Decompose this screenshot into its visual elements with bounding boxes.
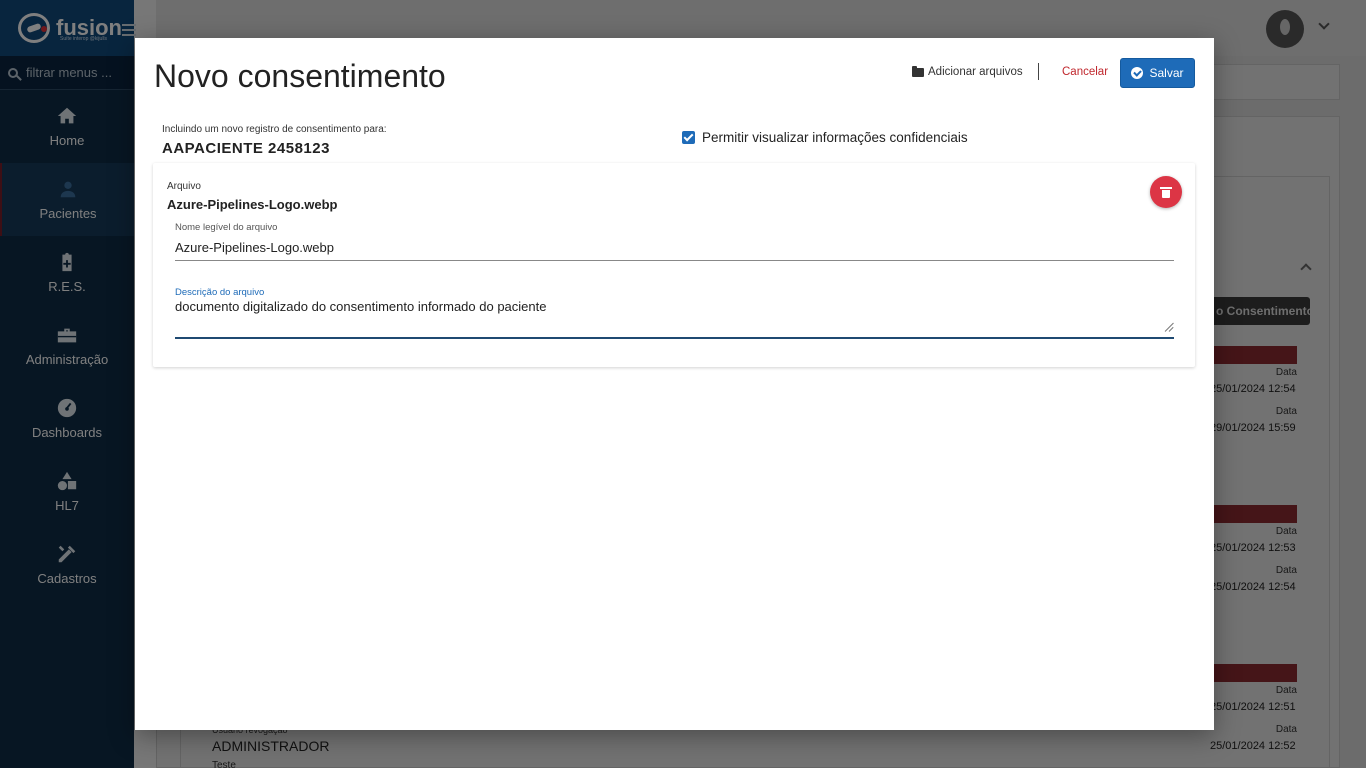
- patient-context-label: Incluindo um novo registro de consentime…: [162, 124, 387, 135]
- add-files-button[interactable]: Adicionar arquivos: [912, 65, 1023, 78]
- file-card: Arquivo Azure-Pipelines-Logo.webp Nome l…: [153, 163, 1195, 367]
- cancel-button[interactable]: Cancelar: [1062, 66, 1108, 78]
- resize-handle-icon[interactable]: [1165, 323, 1174, 332]
- save-button[interactable]: Salvar: [1120, 58, 1195, 88]
- delete-file-button[interactable]: [1150, 176, 1182, 208]
- file-name: Azure-Pipelines-Logo.webp: [167, 197, 338, 212]
- readable-name-label: Nome legível do arquivo: [175, 222, 278, 233]
- confidential-checkbox[interactable]: Permitir visualizar informações confiden…: [682, 130, 968, 145]
- confidential-label: Permitir visualizar informações confiden…: [702, 130, 968, 145]
- folder-open-icon: [912, 65, 924, 77]
- save-label: Salvar: [1149, 66, 1184, 80]
- file-section-label: Arquivo: [167, 181, 201, 192]
- new-consent-dialog: Novo consentimento Adicionar arquivos Ca…: [135, 38, 1214, 730]
- description-label: Descrição do arquivo: [175, 287, 265, 298]
- trash-icon: [1160, 186, 1172, 198]
- checkbox-checked-icon[interactable]: [682, 131, 695, 144]
- check-circle-icon: [1131, 67, 1144, 79]
- divider: [1038, 63, 1039, 80]
- readable-name-input[interactable]: [175, 235, 1174, 261]
- description-textarea[interactable]: documento digitalizado do consentimento …: [175, 299, 1174, 339]
- add-files-label: Adicionar arquivos: [928, 66, 1023, 78]
- patient-name: AAPACIENTE 2458123: [162, 140, 330, 157]
- dialog-title: Novo consentimento: [154, 58, 446, 94]
